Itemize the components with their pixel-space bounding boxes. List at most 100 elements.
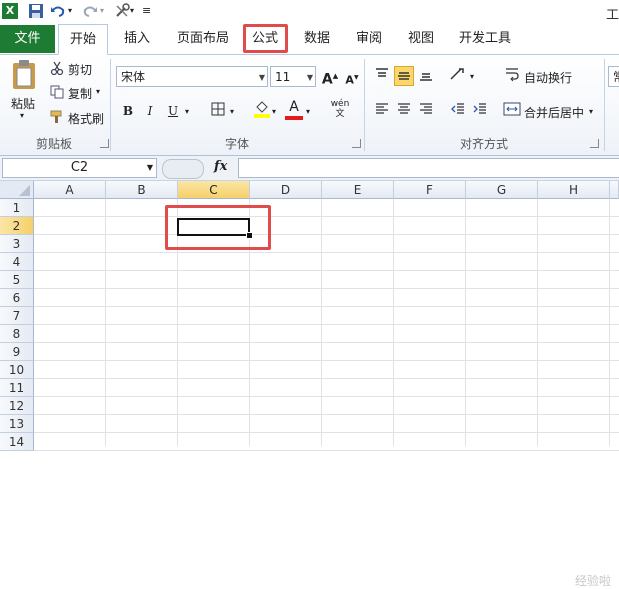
paste-icon[interactable]: [10, 59, 40, 94]
underline-dropdown-icon[interactable]: ▾: [185, 107, 189, 116]
grow-font-icon[interactable]: A▲: [320, 66, 340, 88]
column-header-e[interactable]: E: [322, 181, 394, 199]
tab-developer[interactable]: 开发工具: [452, 24, 518, 53]
row-header-6[interactable]: 6: [0, 289, 34, 307]
merge-center-icon[interactable]: [502, 101, 522, 121]
column-header-f[interactable]: F: [394, 181, 466, 199]
grid-row-line: [34, 270, 619, 271]
shrink-font-icon[interactable]: A▼: [342, 68, 362, 88]
save-icon[interactable]: [28, 3, 44, 19]
customize-qat-icon[interactable]: ≡: [142, 3, 158, 19]
copy-dropdown-icon[interactable]: ▾: [96, 87, 100, 96]
paste-button[interactable]: 粘贴: [11, 95, 35, 112]
borders-icon[interactable]: [208, 101, 228, 121]
row-header-13[interactable]: 13: [0, 415, 34, 433]
clipboard-launcher-icon[interactable]: [100, 139, 109, 148]
font-color-dropdown-icon[interactable]: ▾: [306, 107, 310, 116]
window-title: 工: [605, 8, 619, 23]
fx-icon[interactable]: fx: [214, 159, 227, 174]
font-group-label: 字体: [224, 137, 249, 151]
row-header-3[interactable]: 3: [0, 235, 34, 253]
tools-icon[interactable]: [114, 3, 130, 19]
column-header-b[interactable]: B: [106, 181, 178, 199]
orientation-icon[interactable]: [448, 66, 468, 86]
redo-icon[interactable]: [82, 3, 98, 19]
borders-dropdown-icon[interactable]: ▾: [230, 107, 234, 116]
grid-row-line: [34, 306, 619, 307]
tab-data[interactable]: 数据: [296, 24, 338, 53]
align-left-icon[interactable]: [372, 101, 392, 121]
wrap-text-button[interactable]: 自动换行: [524, 69, 572, 86]
grid-row-line: [34, 396, 619, 397]
grid-row-line: [34, 324, 619, 325]
column-header-h[interactable]: H: [538, 181, 610, 199]
row-header-8[interactable]: 8: [0, 325, 34, 343]
row-header-7[interactable]: 7: [0, 307, 34, 325]
column-header-c[interactable]: C: [178, 181, 250, 199]
column-header-a[interactable]: A: [34, 181, 106, 199]
grid-row-line: [34, 450, 619, 451]
font-color-icon[interactable]: A: [284, 97, 304, 120]
chevron-down-icon: ▼: [306, 73, 313, 82]
row-header-4[interactable]: 4: [0, 253, 34, 271]
tab-file[interactable]: 文件: [0, 25, 55, 53]
copy-button[interactable]: 复制: [68, 85, 92, 102]
copy-icon[interactable]: [50, 85, 64, 102]
formula-bar-expand-handle[interactable]: [162, 159, 204, 179]
column-header-partial[interactable]: [610, 181, 619, 199]
format-painter-icon[interactable]: [50, 110, 64, 127]
alignment-launcher-icon[interactable]: [590, 139, 599, 148]
row-header-9[interactable]: 9: [0, 343, 34, 361]
font-size-combo[interactable]: 11 ▼: [270, 66, 316, 87]
undo-icon[interactable]: [50, 3, 66, 19]
tab-view[interactable]: 视图: [400, 24, 442, 53]
decrease-indent-icon[interactable]: [448, 101, 468, 121]
number-format-combo[interactable]: 常: [608, 66, 619, 87]
row-header-2[interactable]: 2: [0, 217, 34, 235]
formula-input[interactable]: [238, 158, 619, 178]
tab-insert[interactable]: 插入: [112, 24, 162, 53]
font-launcher-icon[interactable]: [352, 139, 361, 148]
cut-button[interactable]: 剪切: [68, 61, 92, 78]
tab-review[interactable]: 审阅: [348, 24, 390, 53]
increase-indent-icon[interactable]: [470, 101, 490, 121]
column-header-d[interactable]: D: [250, 181, 322, 199]
format-painter-button[interactable]: 格式刷: [68, 110, 104, 127]
fill-color-dropdown-icon[interactable]: ▾: [272, 107, 276, 116]
row-header-14[interactable]: 14: [0, 433, 34, 451]
select-all-corner[interactable]: [0, 181, 34, 199]
row-header-5[interactable]: 5: [0, 271, 34, 289]
cut-icon[interactable]: [50, 61, 64, 78]
quick-access-toolbar: X ▾ ▾ ▾ ≡ 工: [0, 0, 619, 24]
paste-dropdown-icon[interactable]: ▾: [20, 111, 24, 120]
grid-row-line: [34, 234, 619, 235]
phonetic-guide-icon[interactable]: wén 文: [328, 99, 352, 119]
align-bottom-icon[interactable]: [416, 66, 436, 86]
row-header-12[interactable]: 12: [0, 397, 34, 415]
orientation-dropdown-icon[interactable]: ▾: [470, 72, 474, 81]
row-header-10[interactable]: 10: [0, 361, 34, 379]
row-header-11[interactable]: 11: [0, 379, 34, 397]
chevron-down-icon[interactable]: ▼: [147, 159, 153, 177]
name-box[interactable]: C2 ▼: [2, 158, 157, 178]
ribbon-tab-bar: 文件 开始 插入 页面布局 公式 数据 审阅 视图 开发工具: [0, 24, 619, 55]
group-divider: [604, 59, 605, 151]
tab-page-layout[interactable]: 页面布局: [170, 24, 236, 53]
italic-button[interactable]: I: [140, 101, 160, 121]
excel-logo-icon[interactable]: X: [2, 3, 18, 19]
tab-home[interactable]: 开始: [58, 24, 108, 55]
align-center-icon[interactable]: [394, 101, 414, 121]
bold-button[interactable]: B: [118, 101, 138, 121]
fill-color-icon[interactable]: [252, 99, 272, 119]
underline-button[interactable]: U: [163, 101, 183, 121]
merge-dropdown-icon[interactable]: ▾: [589, 107, 593, 116]
align-middle-icon[interactable]: [394, 66, 414, 86]
font-name-combo[interactable]: 宋体 ▼: [116, 66, 268, 87]
wrap-text-icon[interactable]: [502, 66, 522, 86]
row-header-1[interactable]: 1: [0, 199, 34, 217]
align-top-icon[interactable]: [372, 66, 392, 86]
column-header-g[interactable]: G: [466, 181, 538, 199]
alignment-group-label: 对齐方式: [459, 137, 508, 151]
merge-center-button[interactable]: 合并后居中: [524, 104, 584, 121]
align-right-icon[interactable]: [416, 101, 436, 121]
